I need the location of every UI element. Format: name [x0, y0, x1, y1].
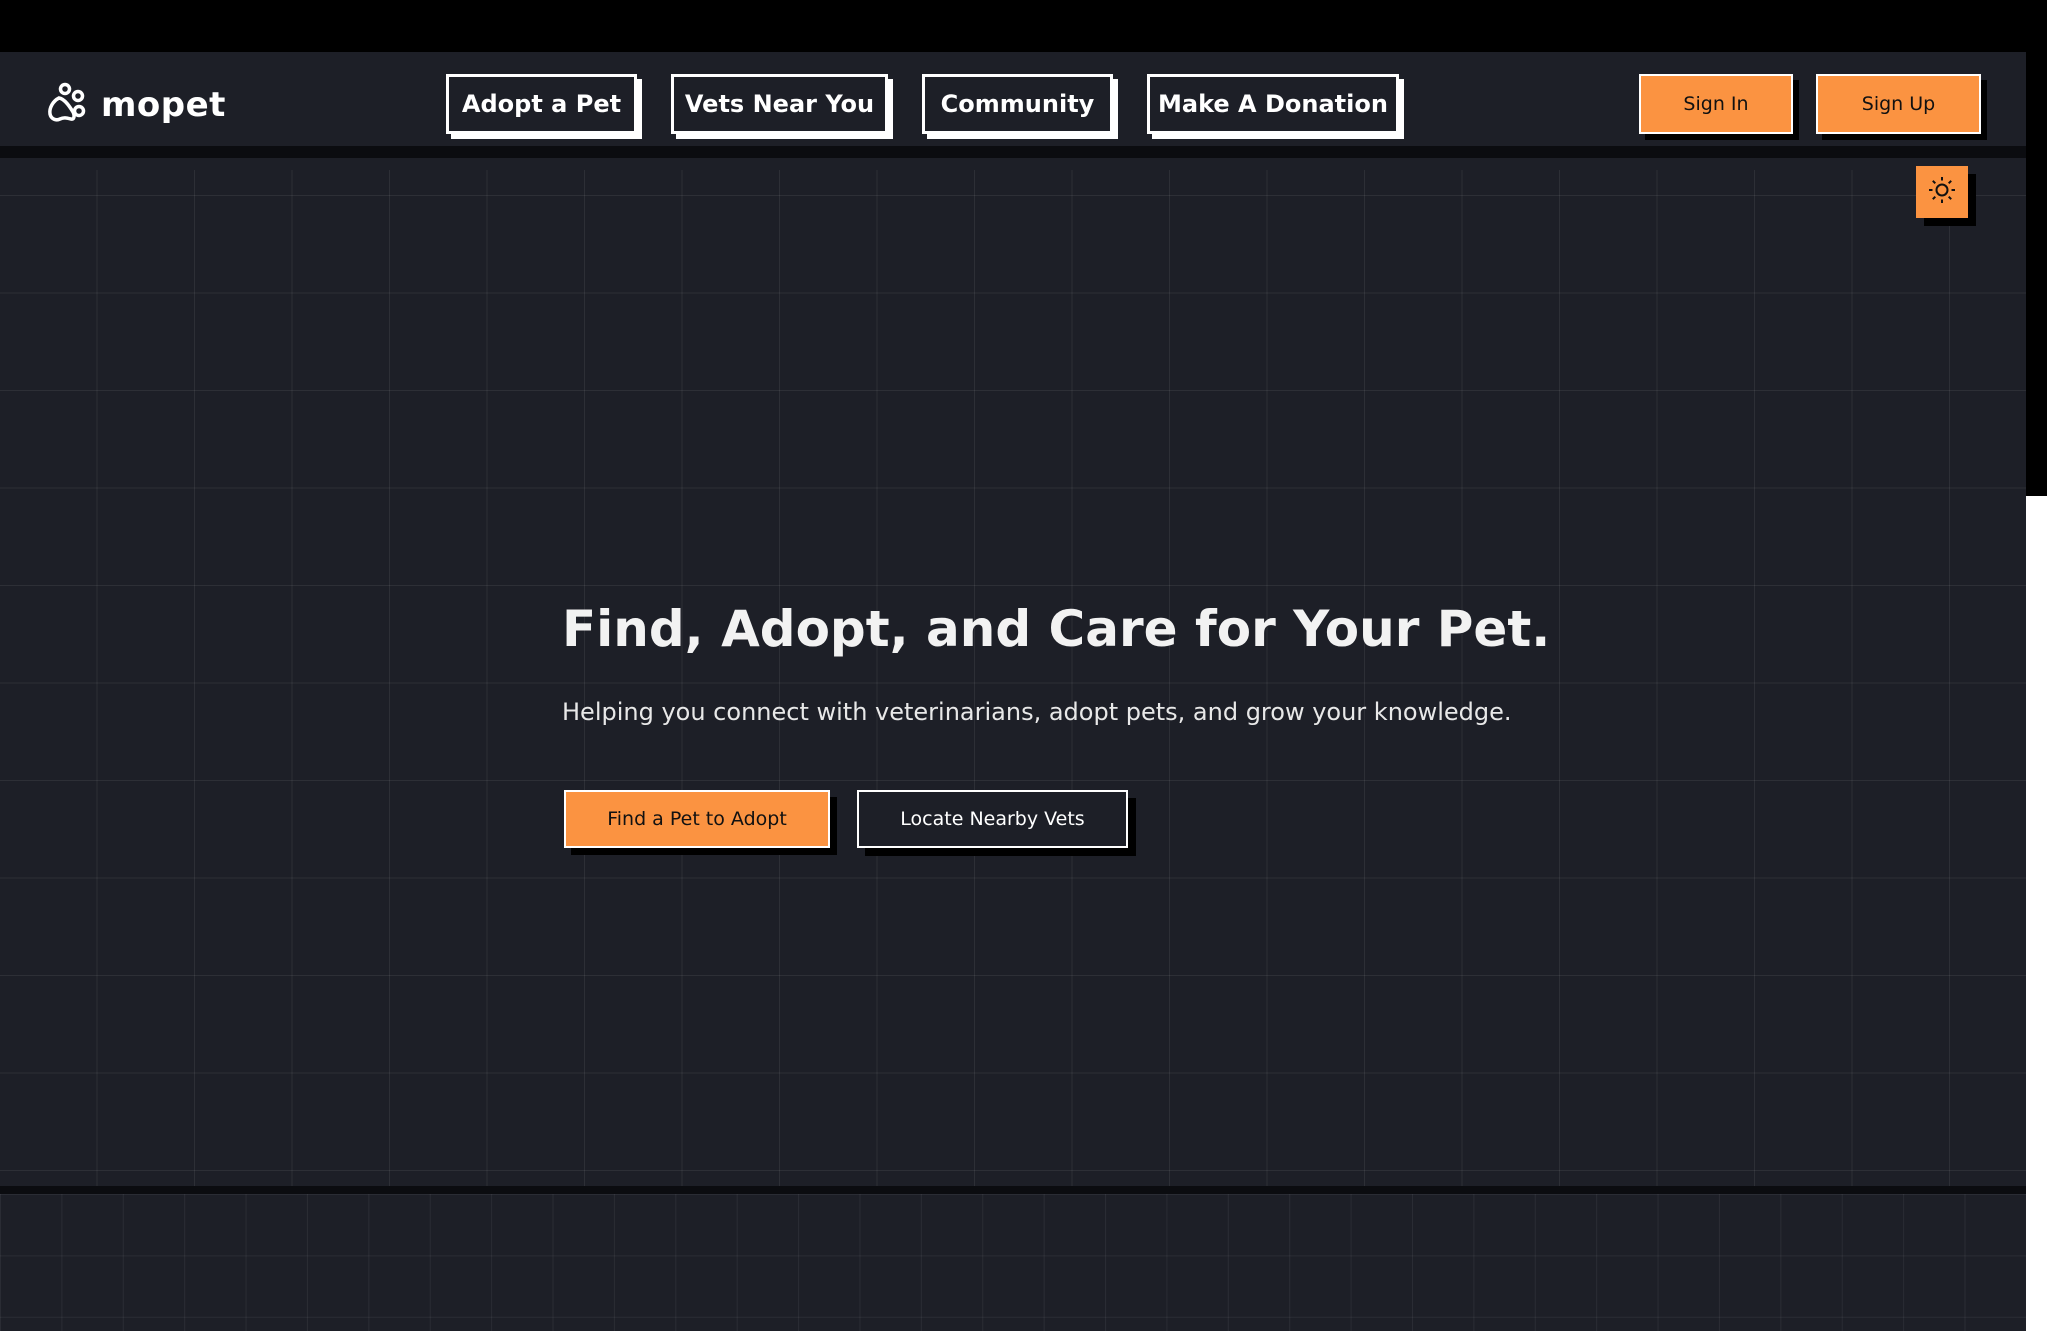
scrollbar-thumb-area[interactable] [2026, 496, 2047, 1331]
theme-toggle-button[interactable] [1916, 166, 1968, 218]
brand-name: mopet [101, 85, 226, 125]
lower-section [0, 1194, 2026, 1331]
nav-vets-near-you[interactable]: Vets Near You [671, 74, 888, 134]
sign-up-button[interactable]: Sign Up [1816, 74, 1981, 134]
scrollbar-track[interactable] [2026, 52, 2047, 496]
sign-in-button[interactable]: Sign In [1639, 74, 1793, 134]
section-divider [0, 1186, 2026, 1194]
nav-community[interactable]: Community [922, 74, 1113, 134]
navbar: mopet Adopt a Pet Vets Near You Communit… [0, 52, 2026, 158]
locate-vets-button[interactable]: Locate Nearby Vets [857, 790, 1128, 848]
browser-top-bar [0, 0, 2047, 52]
page-frame: Find, Adopt, and Care for Your Pet. Help… [0, 52, 2026, 1331]
hero-title: Find, Adopt, and Care for Your Pet. [562, 600, 1551, 658]
nav-make-a-donation[interactable]: Make A Donation [1147, 74, 1399, 134]
hero-subtitle: Helping you connect with veterinarians, … [562, 698, 1512, 726]
hero-section: Find, Adopt, and Care for Your Pet. Help… [0, 170, 2026, 1186]
nav-adopt-a-pet[interactable]: Adopt a Pet [446, 74, 637, 134]
brand-logo[interactable]: mopet [45, 82, 226, 128]
find-pet-button[interactable]: Find a Pet to Adopt [564, 790, 830, 848]
sun-icon [1927, 175, 1957, 209]
paw-icon [45, 81, 89, 129]
